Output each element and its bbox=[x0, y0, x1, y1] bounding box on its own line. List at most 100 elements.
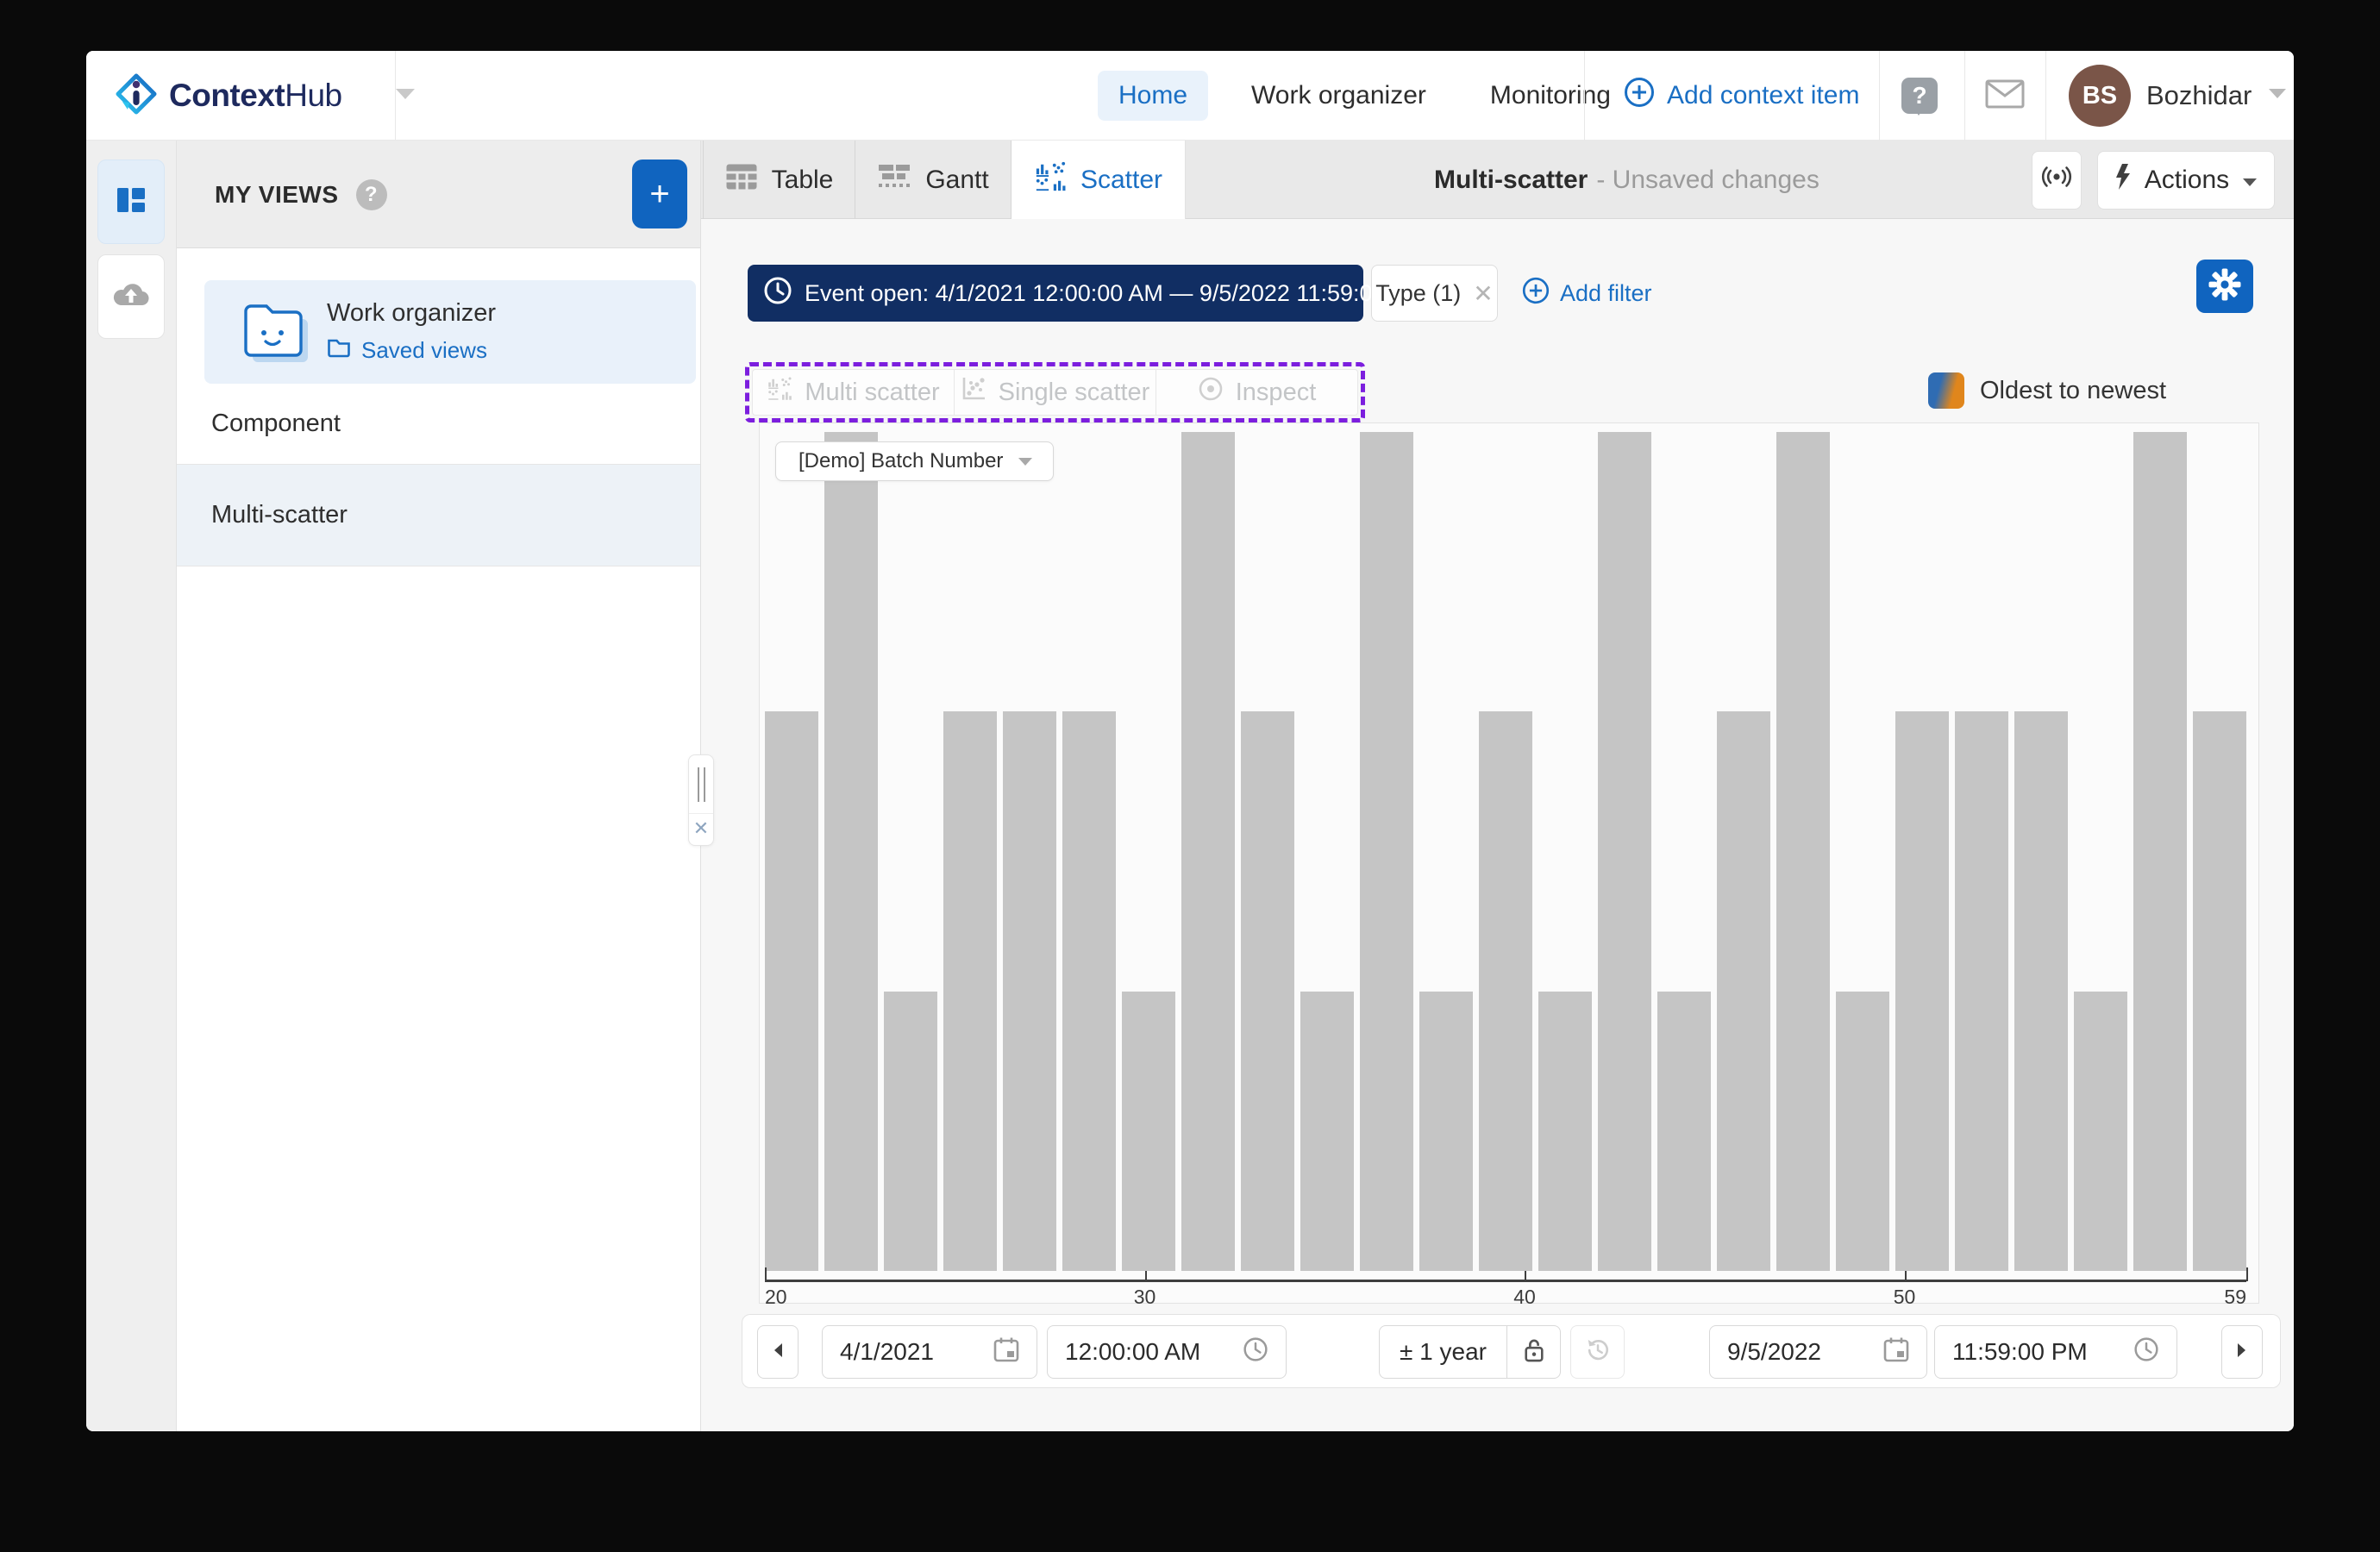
top-nav: ContextHub Home Work organizer Monitorin… bbox=[86, 51, 2294, 141]
shift-range-forward-button[interactable] bbox=[2221, 1325, 2263, 1379]
bar[interactable] bbox=[1895, 711, 1949, 1271]
bar[interactable] bbox=[1360, 432, 1413, 1271]
clock-icon bbox=[2133, 1336, 2159, 1368]
table-icon bbox=[725, 163, 758, 197]
single-scatter-mode-label: Single scatter bbox=[999, 379, 1150, 407]
plus-circle-icon bbox=[1624, 77, 1655, 115]
end-time-field[interactable]: 11:59:00 PM bbox=[1934, 1325, 2177, 1379]
sidebar-item-multi-scatter[interactable]: Multi-scatter bbox=[177, 465, 700, 566]
x-axis-tick bbox=[1905, 1271, 1907, 1280]
bar[interactable] bbox=[1538, 992, 1592, 1271]
bar[interactable] bbox=[1717, 711, 1770, 1271]
dimension-select-value: [Demo] Batch Number bbox=[799, 449, 1003, 473]
bar[interactable] bbox=[1657, 992, 1711, 1271]
bar[interactable] bbox=[1122, 992, 1175, 1271]
main-area: Table Gantt bbox=[701, 141, 2294, 1431]
start-time-field[interactable]: 12:00:00 AM bbox=[1047, 1325, 1287, 1379]
sidebar-close-button[interactable]: ✕ bbox=[689, 814, 713, 843]
brand-caret-down-icon[interactable] bbox=[394, 87, 416, 105]
view-title-status: - Unsaved changes bbox=[1596, 166, 1819, 195]
sidebar-item-component[interactable]: Component bbox=[177, 384, 700, 465]
mail-icon bbox=[1985, 79, 2025, 113]
bar[interactable] bbox=[1419, 992, 1473, 1271]
bar[interactable] bbox=[1181, 432, 1235, 1271]
event-open-filter-chip[interactable]: Event open: 4/1/2021 12:00:00 AM — 9/5/2… bbox=[748, 265, 1363, 322]
bar[interactable] bbox=[1776, 432, 1830, 1271]
bar[interactable] bbox=[884, 992, 937, 1271]
bar[interactable] bbox=[824, 432, 878, 1271]
bar[interactable] bbox=[1300, 992, 1354, 1271]
broadcast-button[interactable] bbox=[2032, 151, 2082, 210]
tab-scatter[interactable]: Scatter bbox=[1012, 141, 1186, 219]
x-axis-tick-label: 59 bbox=[2224, 1286, 2246, 1309]
select-caret-down-icon bbox=[1017, 449, 1034, 473]
messages-button[interactable] bbox=[1970, 51, 2039, 141]
inspect-mode-button[interactable]: Inspect bbox=[1156, 370, 1357, 415]
actions-caret-down-icon bbox=[2241, 166, 2258, 195]
scatter-icon bbox=[1034, 160, 1067, 200]
tab-table-label: Table bbox=[772, 166, 834, 195]
question-circle-icon[interactable]: ? bbox=[356, 179, 387, 210]
sort-order-toggle[interactable]: Oldest to newest bbox=[1928, 372, 2166, 410]
bar[interactable] bbox=[2074, 992, 2127, 1271]
bar[interactable] bbox=[2193, 711, 2246, 1271]
bar[interactable] bbox=[765, 711, 818, 1271]
rail-views-button[interactable] bbox=[97, 160, 165, 244]
actions-button[interactable]: Actions bbox=[2097, 151, 2275, 210]
saved-views-card[interactable]: Work organizer Saved views bbox=[204, 280, 696, 384]
single-scatter-mode-button[interactable]: Single scatter bbox=[955, 370, 1156, 415]
chart-bars bbox=[765, 432, 2246, 1271]
bar[interactable] bbox=[2133, 432, 2187, 1271]
close-x-icon[interactable]: ✕ bbox=[1473, 279, 1493, 308]
tab-table[interactable]: Table bbox=[703, 141, 855, 219]
bar[interactable] bbox=[1479, 711, 1532, 1271]
layout-grid-icon bbox=[114, 183, 148, 222]
help-button[interactable]: ? bbox=[1885, 51, 1954, 141]
start-date-field[interactable]: 4/1/2021 bbox=[822, 1325, 1037, 1379]
app-window: ContextHub Home Work organizer Monitorin… bbox=[86, 51, 2294, 1431]
gantt-icon bbox=[877, 163, 911, 197]
saved-views-card-title: Work organizer bbox=[327, 299, 496, 328]
range-span-button[interactable]: ± 1 year bbox=[1380, 1326, 1507, 1378]
bar[interactable] bbox=[1241, 711, 1294, 1271]
bar[interactable] bbox=[1003, 711, 1056, 1271]
calendar-icon bbox=[993, 1336, 1019, 1368]
calendar-icon bbox=[1883, 1336, 1909, 1368]
lock-icon bbox=[1523, 1337, 1545, 1367]
nav-item-monitoring[interactable]: Monitoring bbox=[1469, 71, 1632, 121]
brand[interactable]: ContextHub bbox=[116, 51, 416, 141]
saved-views-link[interactable]: Saved views bbox=[327, 337, 487, 364]
tab-gantt[interactable]: Gantt bbox=[855, 141, 1012, 219]
bar[interactable] bbox=[1955, 711, 2008, 1271]
end-date-field[interactable]: 9/5/2022 bbox=[1709, 1325, 1927, 1379]
nav-item-work-organizer[interactable]: Work organizer bbox=[1231, 71, 1447, 121]
chart-settings-button[interactable] bbox=[2196, 260, 2253, 313]
inspect-target-icon bbox=[1198, 376, 1224, 409]
bar[interactable] bbox=[1836, 992, 1889, 1271]
add-filter-button[interactable]: Add filter bbox=[1522, 265, 1652, 322]
end-date-value: 9/5/2022 bbox=[1727, 1338, 1821, 1366]
bar[interactable] bbox=[1598, 432, 1651, 1271]
shift-range-back-button[interactable] bbox=[757, 1325, 799, 1379]
chevron-right-icon bbox=[2236, 1342, 2248, 1363]
x-axis-tick-label: 20 bbox=[765, 1286, 787, 1309]
rail-upload-button[interactable] bbox=[97, 254, 165, 339]
bar[interactable] bbox=[2014, 711, 2068, 1271]
multi-scatter-mode-button[interactable]: Multi scatter bbox=[753, 370, 955, 415]
brand-bold: Context bbox=[169, 78, 285, 113]
type-filter-chip[interactable]: Type (1) ✕ bbox=[1371, 265, 1498, 322]
user-menu[interactable]: BS Bozhidar bbox=[2069, 51, 2288, 141]
add-view-button[interactable]: + bbox=[632, 160, 687, 228]
start-date-value: 4/1/2021 bbox=[840, 1338, 934, 1366]
add-context-item-button[interactable]: Add context item bbox=[1624, 51, 1859, 141]
dimension-select[interactable]: [Demo] Batch Number bbox=[775, 441, 1054, 481]
grip-icon[interactable] bbox=[689, 755, 713, 814]
bar[interactable] bbox=[1062, 711, 1116, 1271]
sidebar-resize-handle: ✕ bbox=[688, 754, 714, 846]
bar[interactable] bbox=[943, 711, 997, 1271]
nav-item-home[interactable]: Home bbox=[1098, 71, 1208, 121]
brand-name: ContextHub bbox=[169, 78, 342, 114]
brand-light: Hub bbox=[285, 78, 341, 113]
logo-diamond-icon bbox=[116, 73, 157, 119]
lock-range-button[interactable] bbox=[1507, 1326, 1560, 1378]
